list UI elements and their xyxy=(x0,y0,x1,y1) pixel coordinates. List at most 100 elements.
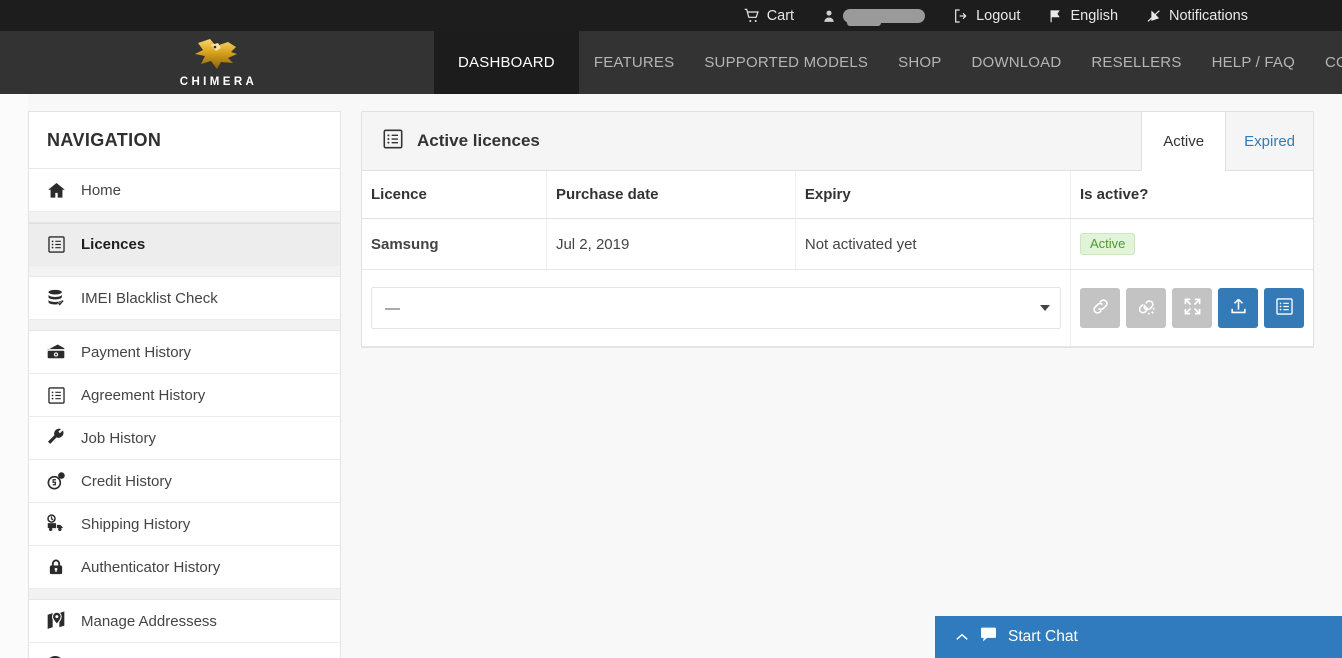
page-body: NAVIGATION Home Licences IMEI Blacklist … xyxy=(0,94,1342,658)
tab-expired[interactable]: Expired xyxy=(1225,112,1313,170)
sidebar: NAVIGATION Home Licences IMEI Blacklist … xyxy=(28,111,341,658)
user-account-link[interactable] xyxy=(808,0,939,31)
active-licences-panel: Active licences Active Expired Licence P… xyxy=(361,111,1314,348)
chat-bubble-icon xyxy=(980,627,997,647)
action-button-group xyxy=(1080,288,1304,328)
nav-label-help-faq: HELP / FAQ xyxy=(1211,54,1295,71)
sidebar-item-notifications[interactable]: Notifications xyxy=(29,643,340,658)
nav-item-shop[interactable]: SHOP xyxy=(883,31,956,94)
notifications-label: Notifications xyxy=(1169,7,1248,24)
nav-item-dashboard[interactable]: DASHBOARD xyxy=(434,31,579,94)
nav-label-features: FEATURES xyxy=(593,54,675,71)
nav-label-dashboard: DASHBOARD xyxy=(458,54,555,71)
table-body: Samsung Jul 2, 2019 Not activated yet Ac… xyxy=(362,218,1313,347)
nav-item-features[interactable]: FEATURES xyxy=(579,31,690,94)
sidebar-separator xyxy=(29,589,340,600)
sidebar-item-imei-blacklist-check[interactable]: IMEI Blacklist Check xyxy=(29,277,340,320)
wrench-icon xyxy=(45,427,67,449)
list-alt-icon xyxy=(45,384,67,406)
home-icon xyxy=(45,179,67,201)
table-header-row: Licence Purchase date Expiry Is active? xyxy=(362,171,1313,219)
cart-icon xyxy=(744,8,760,24)
licence-actions-cell xyxy=(1070,269,1313,347)
notifications-link[interactable]: Notifications xyxy=(1132,0,1262,31)
list-alt-icon xyxy=(45,234,67,256)
nav-label-shop: SHOP xyxy=(898,54,942,71)
truck-clock-icon xyxy=(45,513,67,535)
nav-item-supported-models[interactable]: SUPPORTED MODELS xyxy=(689,31,883,94)
broken-link-icon xyxy=(1137,297,1156,319)
nav-item-help-faq[interactable]: HELP / FAQ xyxy=(1197,31,1310,94)
language-selector[interactable]: English xyxy=(1034,0,1132,31)
sidebar-separator xyxy=(29,212,340,223)
logout-icon xyxy=(953,8,969,24)
language-label: English xyxy=(1070,7,1119,24)
status-badge: Active xyxy=(1080,233,1136,255)
sidebar-label-shipping-history: Shipping History xyxy=(81,515,191,533)
nav-item-download[interactable]: DOWNLOAD xyxy=(956,31,1076,94)
panel-tabs: Active Expired xyxy=(1141,112,1313,171)
nav-label-download: DOWNLOAD xyxy=(971,54,1062,71)
list-alt-icon xyxy=(382,128,404,155)
sidebar-label-job-history: Job History xyxy=(81,429,157,447)
sidebar-item-home[interactable]: Home xyxy=(29,169,340,212)
sidebar-item-shipping-history[interactable]: Shipping History xyxy=(29,503,340,546)
sidebar-item-licences[interactable]: Licences xyxy=(29,223,340,266)
col-header-is-active: Is active? xyxy=(1070,171,1313,219)
list-alt-icon xyxy=(1275,297,1294,319)
licences-table: Licence Purchase date Expiry Is active? … xyxy=(362,171,1313,347)
licence-select-value: — xyxy=(385,299,400,317)
start-chat-label: Start Chat xyxy=(1008,628,1078,645)
sidebar-label-agreement-history: Agreement History xyxy=(81,386,206,404)
licence-select[interactable]: — xyxy=(371,287,1061,329)
flag-icon xyxy=(1048,8,1063,24)
col-header-licence: Licence xyxy=(362,171,547,219)
brand-logo-link[interactable]: CHIMERA xyxy=(0,31,434,94)
brand-name: CHIMERA xyxy=(179,75,258,88)
table-row: Samsung Jul 2, 2019 Not activated yet Ac… xyxy=(362,218,1313,270)
coin-icon xyxy=(45,470,67,492)
sidebar-item-authenticator-history[interactable]: Authenticator History xyxy=(29,546,340,589)
sidebar-separator xyxy=(29,266,340,277)
details-button[interactable] xyxy=(1264,288,1304,328)
tab-active[interactable]: Active xyxy=(1141,112,1226,171)
main-navbar: CHIMERA DASHBOARD FEATURES SUPPORTED MOD… xyxy=(0,31,1342,94)
upload-button[interactable] xyxy=(1218,288,1258,328)
cart-link[interactable]: Cart xyxy=(730,0,808,31)
notifications-icon xyxy=(1146,8,1162,24)
expand-button[interactable] xyxy=(1172,288,1212,328)
sidebar-item-job-history[interactable]: Job History xyxy=(29,417,340,460)
user-icon xyxy=(822,8,836,24)
database-check-icon xyxy=(45,287,67,309)
page-left-gutter xyxy=(0,94,28,658)
nav-label-supported-models: SUPPORTED MODELS xyxy=(704,54,869,71)
logout-link[interactable]: Logout xyxy=(939,0,1034,31)
sidebar-item-payment-history[interactable]: Payment History xyxy=(29,331,340,374)
panel-title: Active licences xyxy=(362,112,1141,170)
chevron-up-icon xyxy=(955,632,969,642)
nav-label-contact: CONTACT xyxy=(1325,54,1342,71)
sidebar-item-agreement-history[interactable]: Agreement History xyxy=(29,374,340,417)
lock-icon xyxy=(45,556,67,578)
unlink-button[interactable] xyxy=(1126,288,1166,328)
speech-bubble-icon xyxy=(45,653,67,658)
money-icon xyxy=(45,341,67,363)
cart-label: Cart xyxy=(766,7,795,24)
cell-licence: Samsung xyxy=(362,218,547,270)
link-button[interactable] xyxy=(1080,288,1120,328)
cell-purchase-date: Jul 2, 2019 xyxy=(546,218,796,270)
sidebar-label-authenticator-history: Authenticator History xyxy=(81,558,221,576)
cell-is-active: Active xyxy=(1070,218,1313,270)
sidebar-separator xyxy=(29,320,340,331)
tab-expired-label: Expired xyxy=(1244,132,1295,150)
chimera-griffin-logo xyxy=(177,37,257,75)
start-chat-widget[interactable]: Start Chat xyxy=(935,616,1342,658)
main-content: Active licences Active Expired Licence P… xyxy=(361,111,1314,658)
sidebar-label-credit-history: Credit History xyxy=(81,472,172,490)
sidebar-item-credit-history[interactable]: Credit History xyxy=(29,460,340,503)
nav-item-resellers[interactable]: RESELLERS xyxy=(1076,31,1196,94)
nav-item-contact[interactable]: CONTACT xyxy=(1310,31,1342,94)
sidebar-item-manage-addresses[interactable]: Manage Addressess xyxy=(29,600,340,643)
logout-label: Logout xyxy=(976,7,1021,24)
sidebar-label-manage-addresses: Manage Addressess xyxy=(81,612,217,630)
